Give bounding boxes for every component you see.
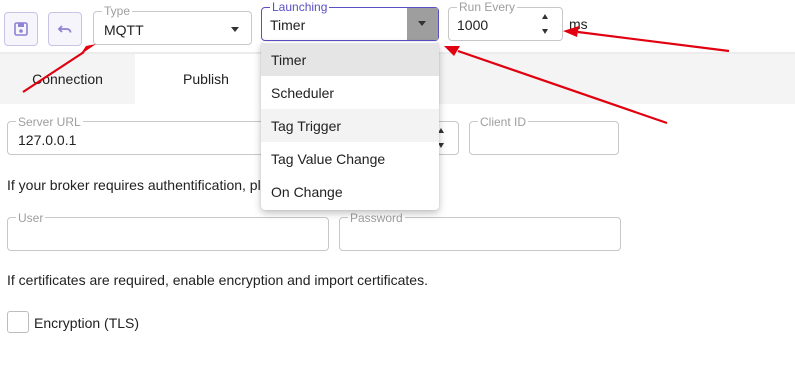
tab-publish-label: Publish	[183, 71, 229, 87]
auth-help-text: If your broker requires authentification…	[7, 177, 261, 193]
launching-dropdown-button[interactable]	[407, 8, 438, 40]
user-field[interactable]: User	[7, 211, 329, 251]
client-id-field[interactable]: Client ID	[469, 115, 619, 155]
undo-button[interactable]	[48, 12, 82, 46]
menu-item-timer[interactable]: Timer	[261, 43, 439, 76]
launching-value: Timer	[270, 17, 306, 33]
arrow-to-run-every	[563, 26, 730, 53]
launching-select[interactable]: Launching Timer	[261, 0, 439, 41]
chevron-down-icon	[418, 21, 426, 26]
type-label: Type	[102, 4, 133, 18]
tab-connection-label: Connection	[32, 71, 103, 87]
encryption-checkbox[interactable]	[7, 311, 29, 333]
save-button[interactable]	[4, 12, 38, 46]
menu-item-scheduler[interactable]: Scheduler	[261, 76, 439, 109]
stepper-up-icon[interactable]	[542, 14, 548, 19]
run-every-input[interactable]: Run Every 1000	[448, 0, 563, 41]
encryption-label: Encryption (TLS)	[34, 315, 140, 331]
menu-item-tag-value-change[interactable]: Tag Value Change	[261, 142, 439, 175]
floppy-disk-icon	[14, 22, 28, 36]
type-value: MQTT	[104, 22, 144, 38]
server-url-value: 127.0.0.1	[18, 132, 77, 148]
tab-connection[interactable]: Connection	[0, 54, 135, 104]
run-every-label: Run Every	[457, 0, 518, 14]
type-select[interactable]: Type MQTT	[93, 4, 252, 45]
launching-label: Launching	[270, 0, 330, 14]
server-url-field[interactable]: Server URL 127.0.0.1	[7, 115, 267, 155]
stepper-down-icon[interactable]	[542, 29, 548, 34]
user-label: User	[16, 211, 46, 225]
menu-item-tag-trigger[interactable]: Tag Trigger	[261, 109, 439, 142]
chevron-down-icon	[231, 27, 239, 32]
password-label: Password	[348, 211, 405, 225]
server-url-label: Server URL	[16, 115, 83, 129]
menu-item-on-change[interactable]: On Change	[261, 175, 439, 208]
launching-menu: Timer Scheduler Tag Trigger Tag Value Ch…	[261, 42, 439, 210]
tab-bar-filler	[439, 54, 795, 104]
run-every-unit: ms	[569, 16, 588, 32]
client-id-label: Client ID	[478, 115, 529, 129]
run-every-value: 1000	[457, 17, 489, 33]
password-field[interactable]: Password	[339, 211, 621, 251]
tab-publish[interactable]: Publish	[135, 54, 278, 104]
undo-arrow-icon	[57, 25, 72, 33]
cert-help-text: If certificates are required, enable enc…	[7, 272, 428, 288]
